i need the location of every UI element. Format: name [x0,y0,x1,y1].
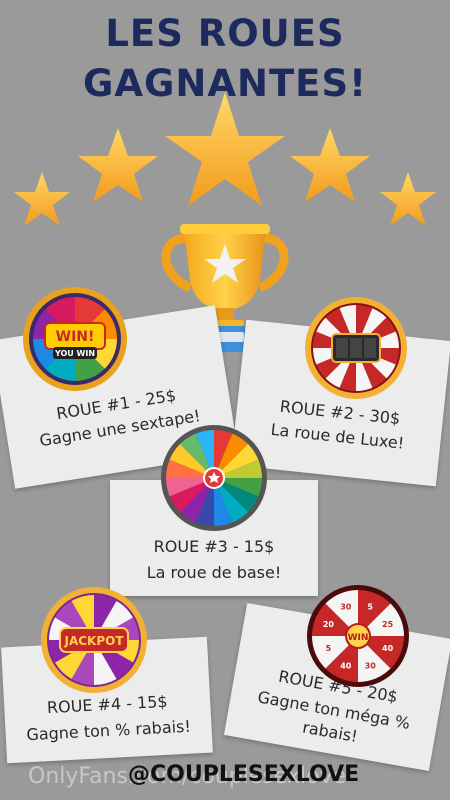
star-icon [14,172,70,226]
wheel-2-image [305,297,407,399]
wheel-1-badge: WIN! [56,329,95,345]
wheel-3-title: ROUE #3 - 15$ [153,537,275,556]
wheel-5-number: 20 [323,620,335,629]
wheel-5-number: 30 [340,602,352,611]
wheel-1-badge-sub: YOU WIN [54,349,95,358]
wheel-3-subtitle: La roue de base! [146,563,282,582]
wheel-5-number: 40 [382,644,394,653]
star-icon [165,92,285,206]
wheel-4-badge: JACKPOT [63,634,124,648]
wheel-5-number: 40 [340,662,352,671]
wheel-5-number: 30 [365,662,377,671]
star-icon [78,128,158,202]
page-title-line1: LES ROUES [105,12,345,55]
wheel-3-image [161,425,267,531]
page-title-line2: GAGNANTES! [83,62,367,105]
wheel-5-badge: WIN [348,633,369,643]
wheel-5-number: 25 [382,620,394,629]
star-icon [290,128,370,202]
footer-handle: @COUPLESEXLOVE [128,762,360,787]
wheel-5-number: 5 [326,644,332,653]
star-icon [380,172,436,226]
wheel-4-image: JACKPOT [41,587,147,693]
wheel-1-image: WIN! YOU WIN [23,287,127,391]
wheel-5-image: 5 25 40 30 40 5 20 30 WIN [307,585,409,687]
wheel-5-number: 5 [367,602,373,611]
